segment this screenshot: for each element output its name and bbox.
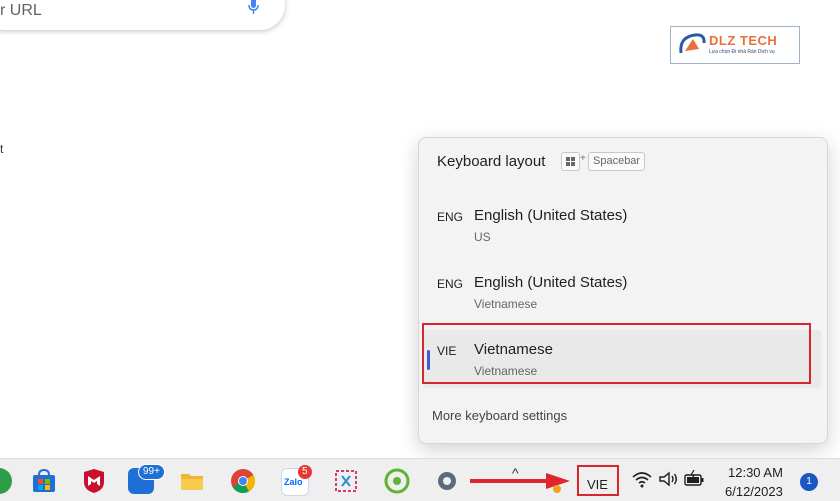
brand-logo: DLZ TECH Lựa chọn Đi nhà Ràn Dich vụ <box>670 26 800 64</box>
clock-time[interactable]: 12:30 AM <box>728 465 783 480</box>
show-hidden-icons-chevron[interactable]: ^ <box>512 465 519 481</box>
layout-keyboard: US <box>474 230 491 244</box>
more-keyboard-settings-link[interactable]: More keyboard settings <box>432 408 567 423</box>
spacebar-key: Spacebar <box>588 152 646 171</box>
snipping-tool-icon[interactable] <box>333 468 359 494</box>
zalo-label: Zalo <box>284 477 303 487</box>
wifi-icon[interactable] <box>632 470 652 488</box>
battery-charging-icon[interactable] <box>684 470 704 488</box>
coccoc-icon[interactable] <box>384 468 410 494</box>
taskbar: 99+ Zalo 5 ^ <box>0 458 840 501</box>
layout-keyboard: Vietnamese <box>474 297 538 311</box>
chrome-icon[interactable] <box>230 468 256 494</box>
layout-option-eng-vn[interactable]: ENG English (United States) Vietnamese <box>419 263 827 321</box>
mcafee-icon[interactable] <box>81 468 107 494</box>
zalo-icon[interactable]: Zalo 5 <box>281 465 312 496</box>
flyout-title: Keyboard layout <box>437 153 546 170</box>
logo-swoosh-icon <box>679 33 706 54</box>
layout-code: ENG <box>437 210 464 224</box>
microphone-icon[interactable] <box>248 0 259 14</box>
search-input[interactable]: r URL <box>0 0 42 22</box>
partial-text: t <box>0 142 4 156</box>
layout-option-eng-us[interactable]: ENG English (United States) US <box>419 196 827 254</box>
keyboard-layout-flyout: Keyboard layout + Spacebar ENG English (… <box>418 137 828 444</box>
volume-icon[interactable] <box>658 470 678 488</box>
mail-badge: 99+ <box>138 464 165 480</box>
settings-gear-icon[interactable] <box>434 468 460 494</box>
logo-wordmark: DLZ TECH <box>709 33 778 48</box>
partial-app-icon[interactable] <box>0 468 12 494</box>
layout-name: English (United States) <box>474 274 628 291</box>
layout-name: English (United States) <box>474 207 628 224</box>
mail-icon[interactable]: 99+ <box>128 464 165 494</box>
notification-badge[interactable]: 1 <box>800 473 818 491</box>
windows-key-icon <box>561 152 580 171</box>
search-box[interactable]: r URL <box>0 0 285 30</box>
logo-tagline: Lựa chọn Đi nhà Ràn Dich vụ <box>709 49 775 55</box>
store-icon[interactable] <box>31 468 57 494</box>
selection-highlight-box <box>422 323 811 384</box>
zalo-badge: 5 <box>298 465 312 479</box>
shortcut-plus: + <box>580 153 586 164</box>
status-dot-icon <box>553 485 561 493</box>
clock-date[interactable]: 6/12/2023 <box>725 484 783 499</box>
language-indicator[interactable]: VIE <box>587 477 608 492</box>
folder-icon[interactable] <box>179 468 205 494</box>
layout-code: ENG <box>437 277 464 291</box>
